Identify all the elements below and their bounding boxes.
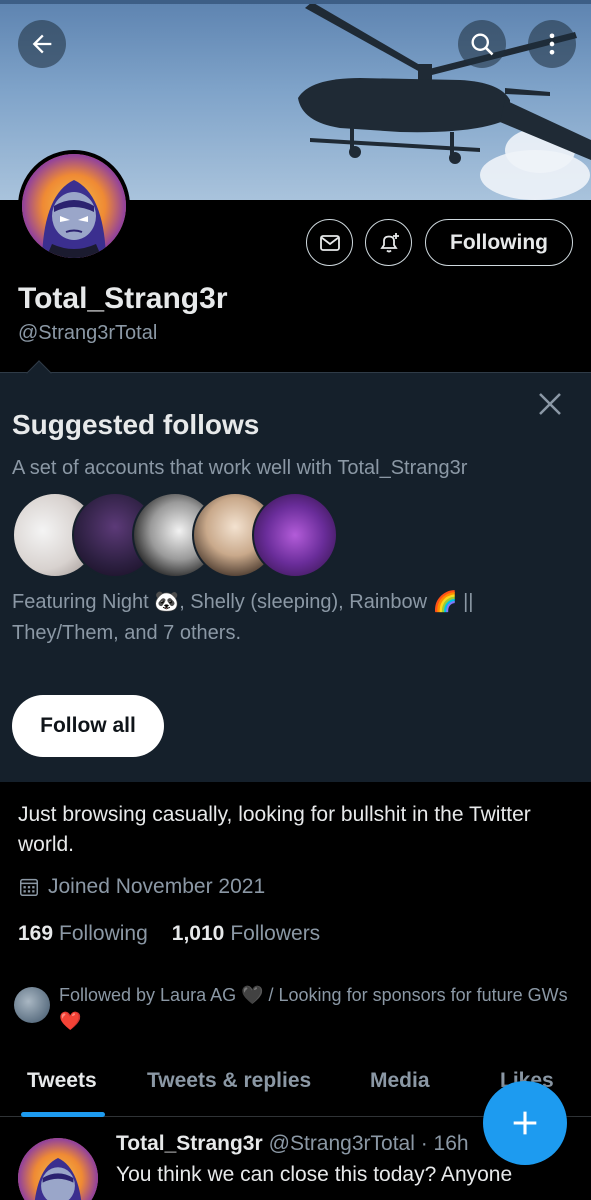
tab-tweets-replies[interactable]: Tweets & replies — [147, 1069, 311, 1093]
following-count: 169 — [18, 922, 54, 945]
message-button[interactable] — [306, 219, 353, 266]
following-stat-label: Following — [59, 922, 148, 945]
suggested-description: A set of accounts that work well with To… — [12, 457, 468, 479]
suggested-avatars[interactable] — [12, 492, 342, 578]
joined-text: Joined November 2021 — [48, 875, 266, 898]
tab-tweets[interactable]: Tweets — [27, 1069, 97, 1093]
status-strip — [0, 0, 591, 4]
joined-date: Joined November 2021 — [18, 875, 265, 899]
tweet-avatar[interactable] — [18, 1138, 98, 1200]
tweet-handle-time: @Strang3rTotal · 16h — [268, 1132, 469, 1155]
following-button[interactable]: Following — [425, 219, 573, 266]
plus-icon — [513, 1111, 537, 1135]
compose-tweet-button[interactable] — [483, 1081, 567, 1165]
display-name: Total_Strang3r — [18, 282, 228, 315]
raven-avatar-image — [18, 1138, 98, 1200]
search-icon — [471, 33, 494, 56]
followers-stat-label: Followers — [230, 922, 321, 945]
notify-button[interactable] — [365, 219, 412, 266]
profile-bio: Just browsing casually, looking for bull… — [18, 803, 531, 856]
tweet-header: Total_Strang3r @Strang3rTotal · 16h — [116, 1132, 469, 1156]
suggested-title: Suggested follows — [12, 409, 260, 440]
active-tab-indicator — [21, 1112, 105, 1117]
tab-media[interactable]: Media — [370, 1069, 430, 1093]
raven-avatar-image — [22, 154, 126, 258]
follow-stats: 169 Following 1,010 Followers — [18, 922, 344, 946]
tweet-text: You think we can close this today? Anyon… — [116, 1163, 513, 1186]
close-icon[interactable] — [535, 389, 565, 419]
user-handle: @Strang3rTotal — [18, 322, 158, 344]
followed-by[interactable]: Followed by Laura AG 🖤 / Looking for spo… — [14, 982, 579, 1034]
arrow-left-icon — [32, 34, 52, 54]
followers-count: 1,010 — [171, 922, 225, 945]
search-button[interactable] — [458, 20, 506, 68]
tweet-author-name[interactable]: Total_Strang3r — [116, 1132, 263, 1155]
follow-all-button[interactable]: Follow all — [12, 695, 164, 757]
followed-by-avatar — [14, 987, 50, 1023]
featuring-text: Featuring Night 🐼, Shelly (sleeping), Ra… — [12, 591, 474, 644]
calendar-icon — [20, 878, 38, 896]
followed-by-text: Followed by Laura AG 🖤 / Looking for spo… — [59, 985, 568, 1031]
suggested-avatar — [252, 492, 338, 578]
followers-stat[interactable]: 1,010 Followers — [172, 922, 320, 946]
more-vertical-icon — [549, 33, 555, 55]
envelope-icon — [319, 234, 340, 251]
back-button[interactable] — [18, 20, 66, 68]
suggested-follows-card: Suggested follows A set of accounts that… — [0, 360, 591, 782]
following-stat[interactable]: 169 Following — [18, 922, 148, 946]
more-button[interactable] — [528, 20, 576, 68]
bell-plus-icon — [379, 232, 399, 252]
avatar[interactable] — [18, 150, 130, 262]
